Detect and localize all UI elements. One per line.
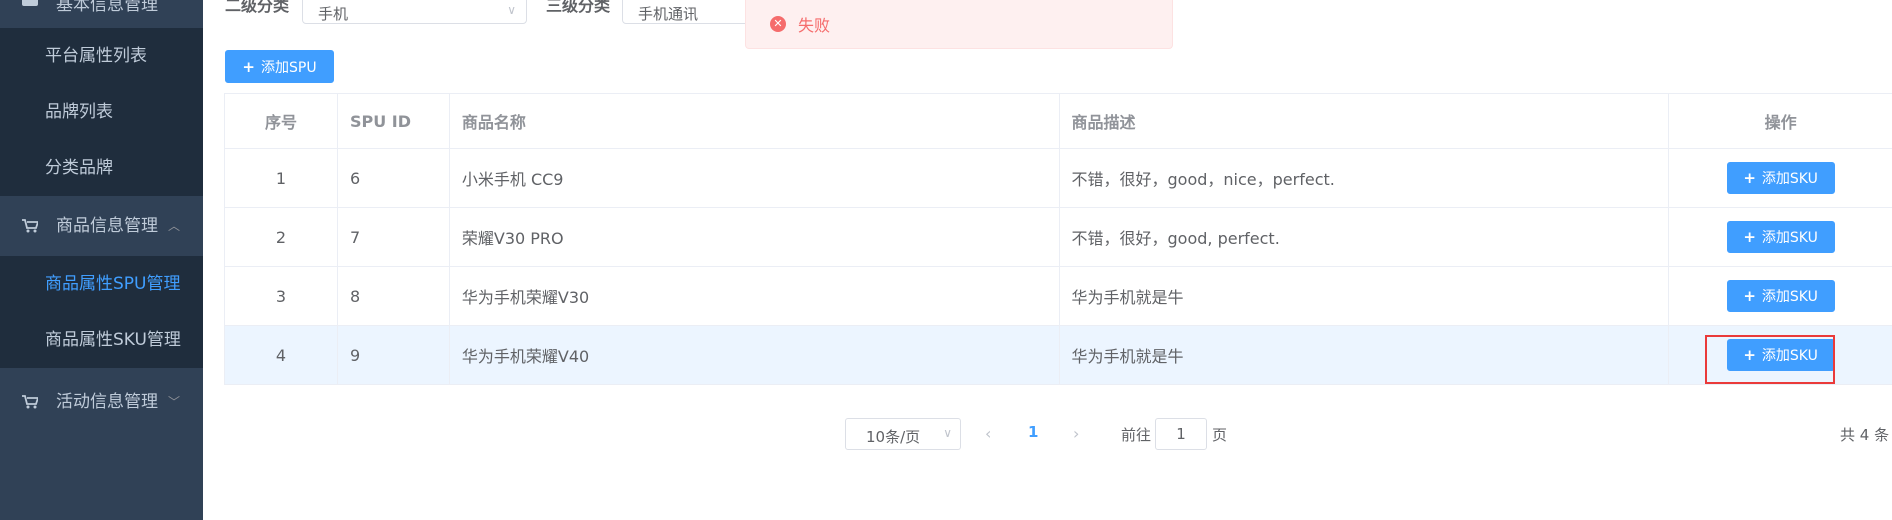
plus-icon: + [1743,228,1756,246]
sidebar-group-basic-info[interactable]: 基本信息管理 [0,0,203,28]
error-message: ✕ 失败 [745,0,1173,49]
level2-category-label: 二级分类 [225,0,290,15]
cell-name: 华为手机荣耀V40 [450,326,1060,384]
sidebar-item-platform-attrs[interactable]: 平台属性列表 [0,28,203,84]
select-value: 手机通讯 [638,5,699,23]
sidebar-item-spu-management[interactable]: 商品属性SPU管理 [0,256,203,312]
cell-index: 2 [225,208,338,266]
sidebar-group-activity-info[interactable]: 活动信息管理 ﹀ [0,372,203,432]
sidebar-item-sku-management[interactable]: 商品属性SKU管理 [0,312,203,368]
add-sku-button[interactable]: + 添加SKU [1726,339,1835,371]
cell-name: 荣耀V30 PRO [450,208,1060,266]
select-value: 10条/页 [866,428,921,446]
sidebar: 基本信息管理 平台属性列表 品牌列表 分类品牌 商品信息管理 ︿ 商品属性SPU… [0,0,203,520]
cell-index: 4 [225,326,338,384]
chevron-down-icon: ∨ [943,426,952,440]
cell-desc: 华为手机就是牛 [1060,267,1670,325]
cell-spu-id: 8 [338,267,450,325]
table-row: 3 8 华为手机荣耀V30 华为手机就是牛 + 添加SKU [225,267,1892,326]
cell-name: 华为手机荣耀V30 [450,267,1060,325]
cell-spu-id: 6 [338,149,450,207]
add-sku-button[interactable]: + 添加SKU [1726,162,1835,194]
sidebar-item-brand-list[interactable]: 品牌列表 [0,84,203,140]
menu-icon [22,0,38,6]
page-number[interactable]: 1 [1028,423,1038,441]
sidebar-group-label: 活动信息管理 [56,392,158,412]
chevron-up-icon: ︿ [168,219,181,233]
plus-icon: + [1743,287,1756,305]
goto-page-input[interactable]: 1 [1155,418,1207,450]
header-index: 序号 [225,94,338,148]
cart-icon [22,196,38,256]
goto-label: 前往 [1121,426,1152,444]
total-count: 共 4 条 [1840,426,1890,444]
select-value: 手机 [318,5,349,23]
cart-icon [22,372,38,432]
sidebar-group-product-info[interactable]: 商品信息管理 ︿ [0,196,203,256]
cell-action: + 添加SKU [1669,149,1892,207]
level3-category-label: 三级分类 [546,0,611,15]
add-sku-button[interactable]: + 添加SKU [1726,280,1835,312]
button-label: 添加SKU [1761,348,1818,364]
page-size-select[interactable]: 10条/页 ∨ [845,418,961,450]
sidebar-group-label: 基本信息管理 [56,0,158,15]
page-suffix: 页 [1212,426,1228,444]
cell-desc: 不错，很好，good，nice，perfect. [1060,149,1670,207]
main-content: 二级分类 手机 ∨ 三级分类 手机通讯 + 添加SPU 序号 SPU ID 商品… [203,0,1892,520]
chevron-down-icon: ﹀ [168,395,181,409]
cell-index: 3 [225,267,338,325]
plus-icon: + [1743,169,1756,187]
spu-table: 序号 SPU ID 商品名称 商品描述 操作 1 6 小米手机 CC9 不错，很… [224,93,1892,385]
cell-desc: 华为手机就是牛 [1060,326,1670,384]
chevron-down-icon: ∨ [507,3,516,17]
next-page-icon[interactable]: › [1073,424,1079,443]
prev-page-icon[interactable]: ‹ [985,424,991,443]
button-label: 添加SKU [1761,230,1818,246]
cell-spu-id: 9 [338,326,450,384]
plus-icon: + [1743,346,1756,364]
header-name: 商品名称 [450,94,1060,148]
cell-name: 小米手机 CC9 [450,149,1060,207]
level2-category-select[interactable]: 手机 ∨ [302,0,527,24]
plus-icon: + [242,57,255,76]
cell-action: + 添加SKU [1669,208,1892,266]
button-label: 添加SKU [1761,171,1818,187]
cell-desc: 不错，很好，good, perfect. [1060,208,1670,266]
table-header: 序号 SPU ID 商品名称 商品描述 操作 [225,94,1892,149]
table-row: 4 9 华为手机荣耀V40 华为手机就是牛 + 添加SKU [225,326,1892,385]
cell-spu-id: 7 [338,208,450,266]
sidebar-group-label: 商品信息管理 [56,216,158,236]
add-sku-button[interactable]: + 添加SKU [1726,221,1835,253]
add-spu-button[interactable]: + 添加SPU [225,50,334,83]
header-spu-id: SPU ID [338,94,450,148]
table-row: 1 6 小米手机 CC9 不错，很好，good，nice，perfect. + … [225,149,1892,208]
button-label: 添加SKU [1761,289,1818,305]
sidebar-item-category-brand[interactable]: 分类品牌 [0,140,203,196]
cell-index: 1 [225,149,338,207]
cell-action: + 添加SKU [1669,326,1892,384]
error-icon: ✕ [770,16,786,32]
header-desc: 商品描述 [1060,94,1670,148]
button-label: 添加SPU [261,59,317,76]
error-text: 失败 [798,16,831,35]
table-row: 2 7 荣耀V30 PRO 不错，很好，good, perfect. + 添加S… [225,208,1892,267]
cell-action: + 添加SKU [1669,267,1892,325]
header-action: 操作 [1764,113,1797,132]
